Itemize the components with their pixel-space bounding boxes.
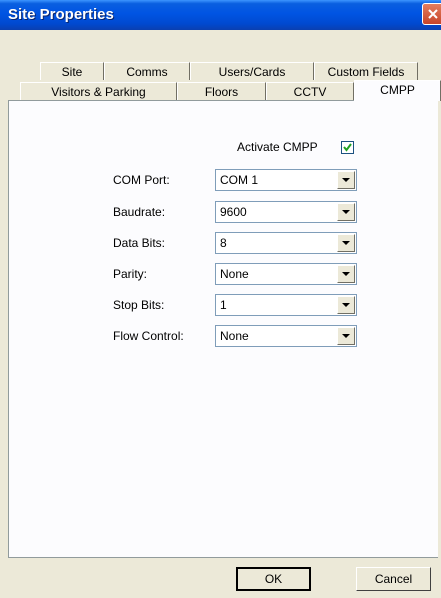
flow-control-label: Flow Control: (113, 329, 184, 343)
tab-comms[interactable]: Comms (104, 62, 190, 80)
tab-users-cards[interactable]: Users/Cards (190, 62, 314, 80)
close-button[interactable] (422, 3, 441, 25)
parity-select[interactable]: None (215, 263, 357, 285)
parity-value: None (220, 267, 249, 281)
tab-cctv[interactable]: CCTV (266, 82, 354, 100)
com-port-value: COM 1 (220, 173, 259, 187)
close-icon (428, 9, 438, 19)
chevron-down-icon (342, 303, 350, 307)
com-port-select[interactable]: COM 1 (215, 169, 357, 191)
cancel-button[interactable]: Cancel (356, 567, 431, 591)
flow-control-value: None (220, 329, 249, 343)
baudrate-select[interactable]: 9600 (215, 201, 357, 223)
activate-cmpp-checkbox[interactable] (341, 141, 354, 154)
chevron-down-icon (342, 334, 350, 338)
chevron-down-icon (342, 178, 350, 182)
chevron-down-icon (342, 210, 350, 214)
stop-bits-label: Stop Bits: (113, 298, 165, 312)
activate-cmpp-label: Activate CMPP (237, 140, 318, 154)
tab-cmpp[interactable]: CMPP (354, 80, 441, 101)
stop-bits-value: 1 (220, 298, 227, 312)
flow-control-select[interactable]: None (215, 325, 357, 347)
data-bits-select[interactable]: 8 (215, 232, 357, 254)
parity-dropdown-button[interactable] (337, 265, 355, 283)
data-bits-value: 8 (220, 236, 227, 250)
flow-control-dropdown-button[interactable] (337, 327, 355, 345)
tab-custom-fields[interactable]: Custom Fields (314, 62, 418, 80)
chevron-down-icon (342, 272, 350, 276)
chevron-down-icon (342, 241, 350, 245)
ok-button[interactable]: OK (236, 567, 311, 591)
stop-bits-dropdown-button[interactable] (337, 296, 355, 314)
parity-label: Parity: (113, 267, 148, 281)
baudrate-value: 9600 (220, 205, 247, 219)
data-bits-dropdown-button[interactable] (337, 234, 355, 252)
stop-bits-select[interactable]: 1 (215, 294, 357, 316)
title-bar: Site Properties (0, 0, 441, 30)
data-bits-label: Data Bits: (113, 236, 166, 250)
tab-site[interactable]: Site (40, 62, 104, 80)
com-port-label: COM Port: (113, 173, 170, 187)
baudrate-dropdown-button[interactable] (337, 203, 355, 221)
com-port-dropdown-button[interactable] (337, 171, 355, 189)
checkmark-icon (343, 143, 352, 152)
window-title: Site Properties (8, 6, 114, 23)
baudrate-label: Baudrate: (113, 205, 166, 219)
tab-floors[interactable]: Floors (177, 82, 266, 100)
tab-visitors-parking[interactable]: Visitors & Parking (20, 82, 177, 100)
